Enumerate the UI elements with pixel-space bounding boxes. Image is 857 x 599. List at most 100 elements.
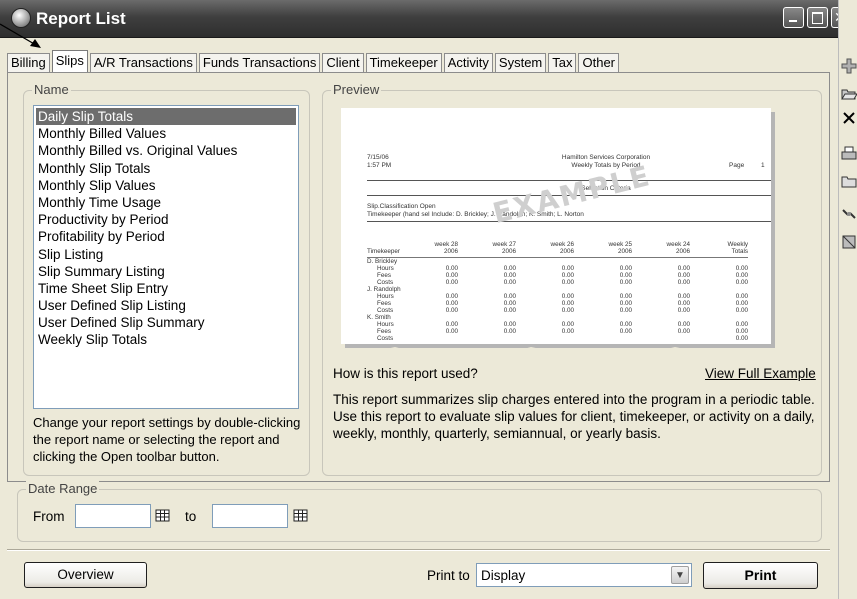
report-description: This report summarizes slip charges ente… bbox=[333, 392, 815, 441]
tab-billing[interactable]: Billing bbox=[7, 53, 50, 72]
sample-cell: 0.00 bbox=[735, 265, 749, 272]
link-icon[interactable] bbox=[841, 206, 857, 222]
tab-a-r-transactions[interactable]: A/R Transactions bbox=[89, 53, 197, 72]
open-folder-icon[interactable] bbox=[841, 85, 857, 101]
tab-other[interactable]: Other bbox=[578, 53, 619, 72]
sample-cell: 0.00 bbox=[677, 279, 691, 286]
maximize-button[interactable] bbox=[807, 7, 828, 28]
sample-cell: 0.00 bbox=[619, 265, 633, 272]
sample-cell: 0.00 bbox=[503, 293, 517, 300]
to-date-input[interactable] bbox=[212, 504, 288, 528]
sample-report-table: Timekeeper week 28 2006 week 27 2006 week 26 2… bbox=[367, 241, 749, 342]
sample-cell: 0.00 bbox=[619, 300, 633, 307]
sample-col-header: week 26 2006 bbox=[516, 241, 575, 258]
folder-icon[interactable] bbox=[841, 173, 857, 189]
add-icon[interactable] bbox=[841, 58, 857, 74]
sample-cell: 0.00 bbox=[735, 328, 749, 335]
sample-cell: 0.00 bbox=[735, 272, 749, 279]
sample-company: Hamilton Services Corporation bbox=[561, 154, 651, 161]
sample-group-name: K. Smith bbox=[367, 314, 391, 321]
from-date-input[interactable] bbox=[75, 504, 151, 528]
sample-cell: 0.00 bbox=[619, 272, 633, 279]
sample-row-label: Hours bbox=[377, 265, 394, 272]
overview-button[interactable]: Overview bbox=[24, 562, 147, 588]
sample-cell: 0.00 bbox=[735, 279, 749, 286]
sample-row-label: Fees bbox=[377, 300, 391, 307]
report-list-item[interactable]: Monthly Time Usage bbox=[36, 194, 298, 211]
report-list-item[interactable]: Time Sheet Slip Entry bbox=[36, 280, 298, 297]
sample-cell: 0.00 bbox=[677, 272, 691, 279]
sample-col-header: week 24 2006 bbox=[632, 241, 691, 258]
calendar-icon bbox=[155, 509, 170, 522]
report-list-item[interactable]: Monthly Slip Totals bbox=[36, 160, 298, 177]
sample-row-label: Fees bbox=[377, 272, 391, 279]
preview-group-label: Preview bbox=[331, 82, 382, 97]
report-list-item[interactable]: User Defined Slip Summary bbox=[36, 314, 298, 331]
sample-cell: 0.00 bbox=[619, 293, 633, 300]
sample-page-label: Page bbox=[729, 162, 745, 169]
print-button[interactable]: Print bbox=[703, 562, 818, 589]
print-setup-icon[interactable] bbox=[841, 146, 857, 162]
sample-cell: 0.00 bbox=[561, 321, 575, 328]
sample-cell: 0.00 bbox=[561, 272, 575, 279]
sample-report-page: 7/15/06 1:57 PM Hamilton Services Corpor… bbox=[341, 108, 771, 344]
title-bar[interactable]: Report List bbox=[0, 0, 846, 38]
report-list-item[interactable]: Profitability by Period bbox=[36, 228, 298, 245]
report-list-item[interactable]: Daily Slip Totals bbox=[36, 108, 296, 126]
report-list-item[interactable]: Slip Summary Listing bbox=[36, 263, 298, 280]
report-list-item[interactable]: Monthly Billed vs. Original Values bbox=[36, 142, 298, 159]
sample-cell: 0.00 bbox=[677, 265, 691, 272]
tab-tax[interactable]: Tax bbox=[548, 53, 577, 72]
sample-row-label: Fees bbox=[377, 328, 391, 335]
sample-cell: 0.00 bbox=[677, 293, 691, 300]
sample-col-header: week 27 2006 bbox=[458, 241, 517, 258]
chevron-down-icon[interactable]: ▼ bbox=[671, 566, 689, 584]
torn-page-edge bbox=[333, 347, 810, 366]
window-title: Report List bbox=[36, 9, 126, 28]
sample-cell: 0.00 bbox=[619, 307, 633, 314]
sample-watermark: EXAMPLE bbox=[489, 158, 655, 231]
tab-timekeeper[interactable]: Timekeeper bbox=[365, 53, 442, 72]
sample-cell: 0.00 bbox=[677, 328, 691, 335]
sample-cell: 0.00 bbox=[619, 279, 633, 286]
delete-icon[interactable] bbox=[841, 110, 857, 126]
report-list-item[interactable]: Monthly Billed Values bbox=[36, 125, 298, 142]
sample-cell: 0.00 bbox=[503, 328, 517, 335]
sample-cell: 0.00 bbox=[503, 265, 517, 272]
from-calendar-button[interactable] bbox=[153, 507, 173, 525]
tab-slips[interactable]: Slips bbox=[51, 50, 88, 72]
minimize-button[interactable] bbox=[783, 7, 804, 28]
view-full-example-link[interactable]: View Full Example bbox=[705, 366, 816, 381]
sample-col-header: week 25 2006 bbox=[574, 241, 633, 258]
sample-row-label: Costs bbox=[377, 307, 394, 314]
print-to-select[interactable]: Display ▼ bbox=[476, 563, 692, 587]
report-list-item[interactable]: Slip Listing bbox=[36, 246, 298, 263]
tab-funds-transactions[interactable]: Funds Transactions bbox=[198, 53, 321, 72]
report-list-item[interactable]: Productivity by Period bbox=[36, 211, 298, 228]
to-label: to bbox=[185, 509, 197, 524]
print-to-value: Display bbox=[481, 568, 526, 583]
name-group-label: Name bbox=[32, 82, 71, 97]
report-list-item[interactable]: Monthly Slip Values bbox=[36, 177, 298, 194]
sample-row-label: Hours bbox=[377, 293, 394, 300]
sample-cell: 0.00 bbox=[735, 300, 749, 307]
sample-cell: 0.00 bbox=[503, 300, 517, 307]
sample-cell: 0.00 bbox=[619, 328, 633, 335]
sample-row-label: Hours bbox=[377, 321, 394, 328]
report-list-item[interactable]: Weekly Slip Totals bbox=[36, 331, 298, 348]
tab-system[interactable]: System bbox=[494, 53, 547, 72]
tab-client[interactable]: Client bbox=[322, 53, 364, 72]
sample-cell: 0.00 bbox=[503, 272, 517, 279]
sample-cell: 0.00 bbox=[561, 279, 575, 286]
date-range-label: Date Range bbox=[26, 481, 100, 496]
report-name-list[interactable]: Daily Slip Totals Monthly Billed Values Mo… bbox=[33, 105, 299, 409]
sample-cell: 0.00 bbox=[561, 307, 575, 314]
tab-activity[interactable]: Activity bbox=[443, 53, 493, 72]
report-icon[interactable] bbox=[841, 234, 857, 250]
report-list-item[interactable]: User Defined Slip Listing bbox=[36, 297, 298, 314]
sample-cell: 0.00 bbox=[735, 321, 749, 328]
sample-group-name: D. Brickley bbox=[367, 258, 398, 265]
to-calendar-button[interactable] bbox=[291, 507, 311, 525]
sample-cell: 0.00 bbox=[561, 265, 575, 272]
pointer-arrow-icon bbox=[0, 23, 41, 48]
